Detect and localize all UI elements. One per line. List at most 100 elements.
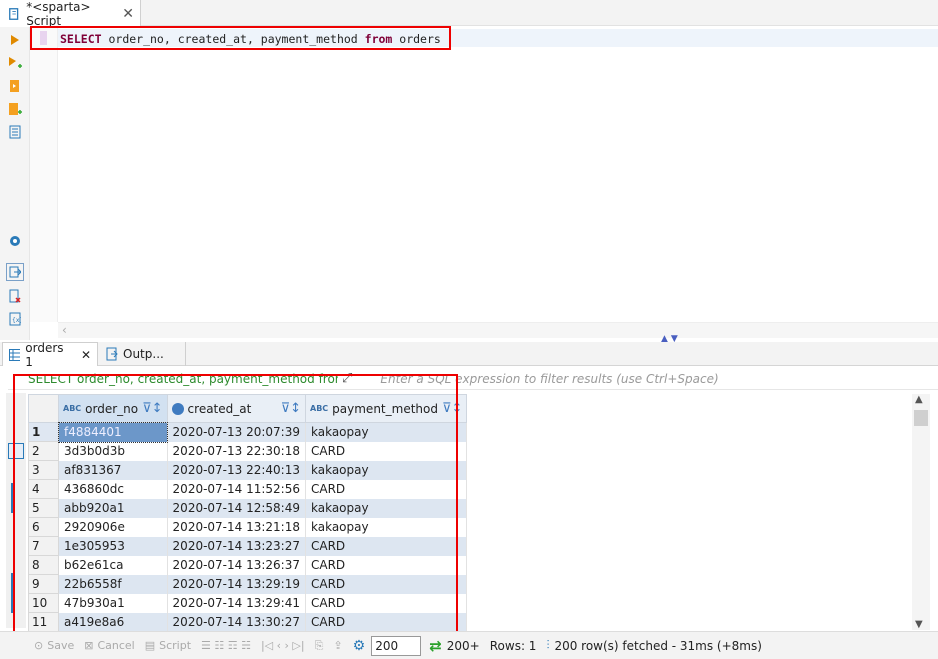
- cell-payment-method[interactable]: kakaopay: [305, 498, 468, 518]
- cell-payment-method[interactable]: kakaopay: [305, 422, 468, 442]
- save-button[interactable]: ⊙ Save: [34, 639, 74, 652]
- cell-created-at[interactable]: 2020-07-14 12:58:49: [167, 498, 307, 518]
- results-bottom-toolbar: ⊙ Save ⊠ Cancel ▤ Script ☰ ☷ ☶ ☵ |◁ ‹ › ▷| …: [0, 631, 938, 659]
- export-button[interactable]: [6, 263, 24, 281]
- editor-horizontal-scrollbar[interactable]: ‹: [58, 322, 938, 338]
- table-row[interactable]: 10 47b930a1 2020-07-14 13:29:41 CARD: [28, 593, 468, 613]
- tab-orders-1[interactable]: orders 1 ✕: [2, 341, 98, 369]
- execute-new-tab-button[interactable]: [6, 54, 24, 72]
- text-view-icon[interactable]: [11, 483, 21, 513]
- svg-text:{x}: {x}: [12, 317, 21, 324]
- filter-sort-icon[interactable]: ⊽↕: [142, 401, 162, 416]
- cell-payment-method[interactable]: CARD: [305, 612, 468, 632]
- cell-created-at[interactable]: 2020-07-14 13:23:27: [167, 536, 307, 556]
- filter-sort-icon[interactable]: ⊽↕: [281, 401, 301, 416]
- cell-payment-method[interactable]: kakaopay: [305, 460, 468, 480]
- table-row[interactable]: 4 436860dc 2020-07-14 11:52:56 CARD: [28, 479, 468, 499]
- grid-vertical-scrollbar[interactable]: ▲ ▼: [912, 394, 930, 630]
- table-row[interactable]: 9 22b6558f 2020-07-14 13:29:19 CARD: [28, 574, 468, 594]
- fetch-status-text: 200 row(s) fetched - 31ms (+8ms): [554, 638, 762, 653]
- cell-created-at[interactable]: 2020-07-14 13:29:19: [167, 574, 307, 594]
- clear-results-button[interactable]: [6, 287, 24, 305]
- scroll-thumb[interactable]: [914, 410, 928, 426]
- script-tab[interactable]: *<sparta> Script ✕: [0, 0, 141, 28]
- expand-icon[interactable]: ⤢: [342, 371, 352, 386]
- column-header-created-at[interactable]: created_at ⊽↕: [166, 394, 307, 423]
- grid-view-icon[interactable]: [8, 443, 24, 459]
- table-row[interactable]: 11 a419e8a6 2020-07-14 13:30:27 CARD: [28, 612, 468, 632]
- cell-order-no[interactable]: f4884401: [57, 421, 169, 443]
- cell-payment-method[interactable]: CARD: [305, 593, 468, 613]
- cell-payment-method[interactable]: kakaopay: [305, 517, 468, 537]
- row-number: 5: [28, 498, 59, 518]
- cell-order-no[interactable]: 47b930a1: [58, 593, 168, 613]
- cell-order-no[interactable]: 22b6558f: [58, 574, 168, 594]
- fetch-status: ⫶ 200 row(s) fetched - 31ms (+8ms): [546, 638, 761, 653]
- script-button[interactable]: ▤ Script: [145, 639, 191, 652]
- plan-icon: [9, 125, 21, 139]
- line-gutter: [30, 27, 58, 322]
- edit-row-buttons[interactable]: ☰ ☷ ☶ ☵: [201, 639, 251, 652]
- fetch-size-input[interactable]: 200: [371, 635, 422, 656]
- cancel-button[interactable]: ⊠ Cancel: [84, 639, 134, 652]
- table-row[interactable]: 1 f4884401 2020-07-13 20:07:39 kakaopay: [28, 421, 468, 443]
- filter-sort-icon[interactable]: ⊽↕: [442, 401, 462, 416]
- cell-order-no[interactable]: abb920a1: [58, 498, 168, 518]
- cell-created-at[interactable]: 2020-07-13 22:30:18: [167, 441, 307, 461]
- cell-order-no[interactable]: af831367: [58, 460, 168, 480]
- cell-order-no[interactable]: 3d3b0d3b: [58, 441, 168, 461]
- table-row[interactable]: 6 2920906e 2020-07-14 13:21:18 kakaopay: [28, 517, 468, 537]
- cell-order-no[interactable]: 1e305953: [58, 536, 168, 556]
- cell-created-at[interactable]: 2020-07-14 13:21:18: [167, 517, 307, 537]
- filter-input[interactable]: Enter a SQL expression to filter results…: [352, 372, 718, 386]
- cell-created-at[interactable]: 2020-07-14 13:26:37: [167, 555, 307, 575]
- load-script-button[interactable]: {x}: [6, 310, 24, 328]
- close-icon[interactable]: ✕: [122, 6, 134, 22]
- cell-payment-method[interactable]: CARD: [305, 555, 468, 575]
- close-icon[interactable]: ✕: [81, 348, 91, 362]
- table-row[interactable]: 2 3d3b0d3b 2020-07-13 22:30:18 CARD: [28, 441, 468, 461]
- cell-created-at[interactable]: 2020-07-14 11:52:56: [167, 479, 307, 499]
- scroll-down-icon[interactable]: ▼: [915, 619, 923, 630]
- column-header-order-no[interactable]: ABC order_no ⊽↕: [58, 394, 168, 423]
- export-data-button[interactable]: ⇪: [333, 639, 342, 652]
- cell-order-no[interactable]: 436860dc: [58, 479, 168, 499]
- cell-payment-method[interactable]: CARD: [305, 479, 468, 499]
- execute-statement-button[interactable]: [6, 31, 24, 49]
- table-row[interactable]: 5 abb920a1 2020-07-14 12:58:49 kakaopay: [28, 498, 468, 518]
- navigation-buttons[interactable]: |◁ ‹ › ▷|: [261, 639, 305, 652]
- play-icon: [11, 35, 19, 45]
- table-row[interactable]: 8 b62e61ca 2020-07-14 13:26:37 CARD: [28, 555, 468, 575]
- cell-created-at[interactable]: 2020-07-14 13:29:41: [167, 593, 307, 613]
- cell-order-no[interactable]: a419e8a6: [58, 612, 168, 632]
- record-view-icon[interactable]: [11, 573, 21, 613]
- fetch-more-button[interactable]: ⇄ 200+: [429, 637, 480, 655]
- cell-created-at[interactable]: 2020-07-13 22:40:13: [167, 460, 307, 480]
- refresh-icon: ⇄: [429, 636, 442, 655]
- column-name: order_no: [85, 401, 139, 416]
- results-tab-bar: orders 1 ✕ Outp...: [0, 341, 938, 369]
- scroll-up-icon[interactable]: ▲: [915, 394, 923, 405]
- save-label: Save: [47, 639, 75, 652]
- cell-order-no[interactable]: 2920906e: [58, 517, 168, 537]
- execute-script-new-tab-button[interactable]: [6, 100, 24, 118]
- settings-button[interactable]: [6, 232, 24, 250]
- fetch-settings-icon[interactable]: ⚙: [353, 638, 366, 654]
- cell-order-no[interactable]: b62e61ca: [58, 555, 168, 575]
- table-row[interactable]: 7 1e305953 2020-07-14 13:23:27 CARD: [28, 536, 468, 556]
- explain-plan-button[interactable]: [6, 123, 24, 141]
- copy-button[interactable]: ⎘: [315, 639, 324, 653]
- row-number: 9: [28, 574, 59, 594]
- scroll-left-icon[interactable]: ‹: [62, 323, 67, 337]
- row-number: 2: [28, 441, 59, 461]
- column-header-payment-method[interactable]: ABC payment_method ⊽↕: [304, 394, 468, 423]
- table-row[interactable]: 3 af831367 2020-07-13 22:40:13 kakaopay: [28, 460, 468, 480]
- cell-created-at[interactable]: 2020-07-13 20:07:39: [167, 422, 307, 442]
- column-name: payment_method: [332, 401, 438, 416]
- tab-output[interactable]: Outp...: [100, 342, 186, 366]
- cell-payment-method[interactable]: CARD: [305, 536, 468, 556]
- cell-created-at[interactable]: 2020-07-14 13:30:27: [167, 612, 307, 632]
- cell-payment-method[interactable]: CARD: [305, 441, 468, 461]
- execute-script-button[interactable]: [6, 77, 24, 95]
- cell-payment-method[interactable]: CARD: [305, 574, 468, 594]
